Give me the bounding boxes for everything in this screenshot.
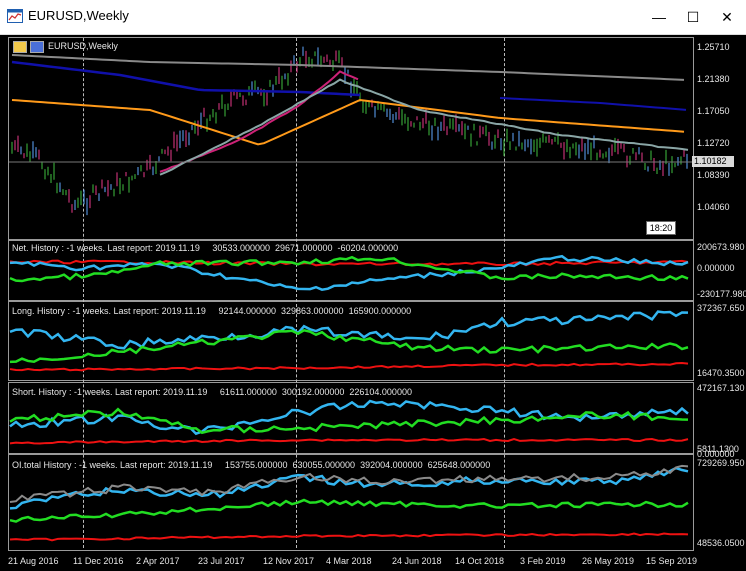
date-axis-label: 11 Dec 2016 (73, 556, 124, 566)
date-axis-label: 21 Aug 2016 (8, 556, 59, 566)
date-axis-label: 4 Mar 2018 (326, 556, 372, 566)
symbol-label: EURUSD,Weekly (48, 41, 118, 51)
price-axis-label: 1.04060 (697, 202, 730, 212)
oi-history-label: OI.total History : -1 weeks. Last report… (12, 460, 491, 470)
short-red-line (9, 438, 689, 445)
oi-green-line (9, 498, 689, 523)
date-axis-label: 15 Sep 2019 (646, 556, 698, 566)
long-cyan-line (9, 310, 689, 350)
long-axis-bottom: 16470.3500 (697, 368, 745, 378)
date-axis-label: 2 Apr 2017 (136, 556, 180, 566)
short-history-label: Short. History : -1 weeks. Last report: … (12, 387, 412, 397)
net-axis-mid: 0.000000 (697, 263, 735, 273)
chart-plot (9, 46, 692, 542)
date-axis-label: 26 May 2019 (582, 556, 635, 566)
ma-navy-line (499, 97, 687, 111)
short-cyan-line (9, 399, 689, 436)
oi-axis-top: 729269.950 (697, 458, 745, 468)
date-axis-label: 12 Nov 2017 (263, 556, 315, 566)
current-price-marker: 1.10182 (692, 156, 734, 167)
date-axis-label: 23 Jul 2017 (198, 556, 245, 566)
price-axis-label: 1.25710 (697, 42, 730, 52)
date-axis-label: 24 Jun 2018 (392, 556, 442, 566)
long-history-label: Long. History : -1 weeks. Last report: 2… (12, 306, 412, 316)
short-axis-top: 472167.130 (697, 383, 745, 393)
oi-axis-bottom: 48536.0500 (697, 538, 745, 548)
price-axis-label: 1.21380 (697, 74, 730, 84)
bar-time-left: 18:20 (646, 221, 676, 235)
price-axis-label: 1.08390 (697, 170, 730, 180)
long-axis-top: 372367.650 (697, 303, 745, 313)
oi-red-line (9, 532, 689, 542)
chart-list-icon-2[interactable] (30, 41, 44, 53)
price-axis-label: 1.12720 (697, 138, 730, 148)
chart-list-icon[interactable] (13, 41, 27, 53)
net-axis-top: 200673.980 (697, 242, 745, 252)
date-axis-label: 3 Feb 2019 (520, 556, 566, 566)
net-axis-bottom: -230177.980 (697, 289, 746, 299)
oi-axis-mid: 0.000000 (697, 449, 735, 459)
long-red-line (9, 362, 689, 372)
net-history-label: Net. History : -1 weeks. Last report: 20… (12, 243, 399, 253)
date-axis-label: 14 Oct 2018 (455, 556, 505, 566)
price-axis-label: 1.17050 (697, 106, 730, 116)
ma-navy-line (11, 60, 361, 97)
